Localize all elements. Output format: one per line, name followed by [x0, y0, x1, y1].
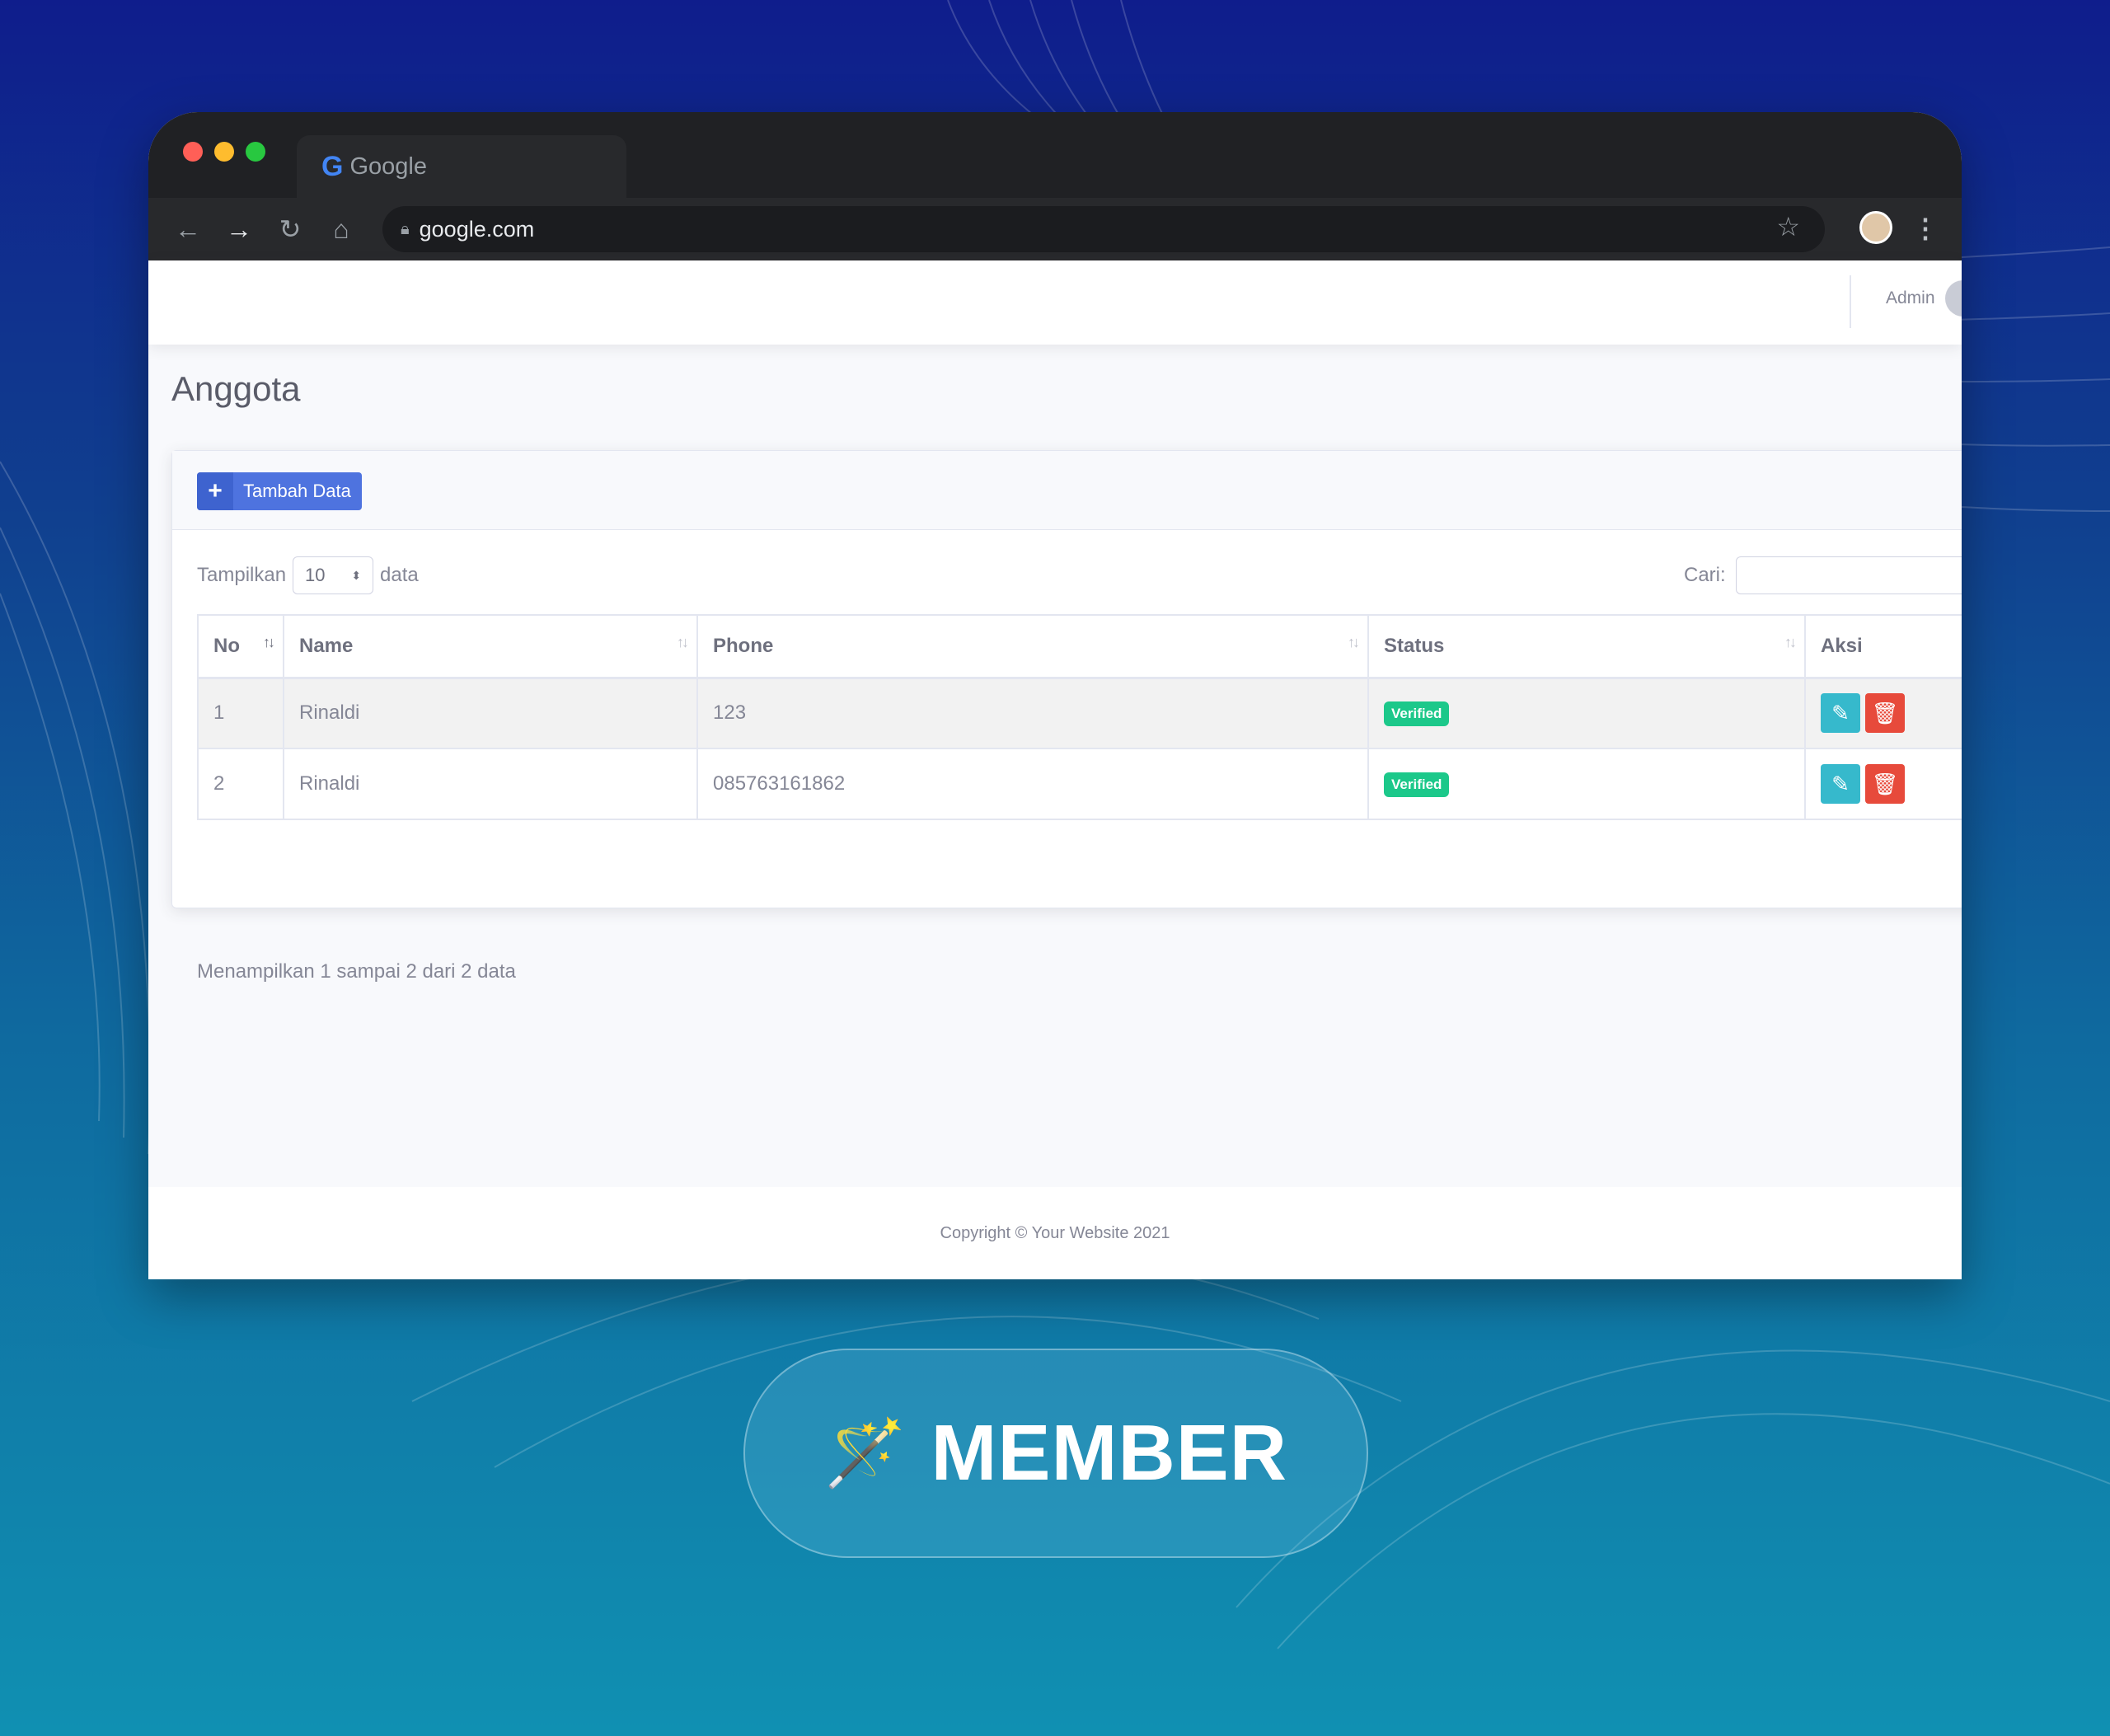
table-row: 2 Rinaldi 085763161862 Verified ✎ 🗑︎ — [197, 748, 1962, 820]
select-arrows-icon: ⬍ — [351, 568, 362, 582]
pencil-icon: ✎ — [1831, 700, 1850, 725]
profile-avatar[interactable] — [1859, 211, 1892, 244]
status-badge: Verified — [1384, 701, 1450, 726]
app-topbar: Admin — [148, 260, 1962, 345]
pencil-icon: ✎ — [1831, 771, 1850, 796]
address-bar[interactable]: 🔒︎ google.com ☆ — [382, 206, 1825, 252]
close-window-button[interactable] — [183, 142, 203, 162]
page-size-value: 10 — [305, 565, 326, 585]
edit-button[interactable]: ✎ — [1821, 693, 1860, 734]
column-header-name[interactable]: Name ↑↓ — [283, 614, 698, 679]
tab-title: Google — [349, 152, 427, 180]
sort-icon: ↑↓ — [677, 634, 689, 650]
delete-button[interactable]: 🗑︎ — [1865, 764, 1905, 804]
delete-button[interactable]: 🗑︎ — [1865, 693, 1905, 734]
table-row: 1 Rinaldi 123 Verified ✎ 🗑︎ — [197, 677, 1962, 749]
column-header-status[interactable]: Status ↑↓ — [1367, 614, 1806, 679]
trash-icon: 🗑︎ — [1871, 771, 1899, 796]
browser-tab-strip: G Google — [148, 112, 1962, 198]
trash-icon: 🗑︎ — [1871, 700, 1899, 725]
search-label: Cari: — [1684, 564, 1726, 586]
members-table: No ↑↓ Name ↑↓ Phone ↑↓ Status ↑↓ Aksi 1 Rina… — [197, 614, 1962, 820]
data-card: + Tambah Data Tampilkan 10 ⬍ data Cari: … — [171, 450, 1962, 983]
cell-actions: ✎ 🗑︎ — [1804, 748, 1962, 820]
topbar-divider — [1850, 275, 1851, 328]
browser-toolbar: ← → ↻ ⌂ 🔒︎ google.com ☆ ⋮ — [148, 198, 1962, 260]
cell-phone: 085763161862 — [696, 748, 1369, 820]
edit-button[interactable]: ✎ — [1821, 764, 1860, 804]
page-size-control: Tampilkan 10 ⬍ data — [197, 556, 419, 594]
maximize-window-button[interactable] — [246, 142, 265, 162]
plus-icon: + — [197, 472, 233, 510]
cell-phone: 123 — [696, 677, 1369, 749]
kebab-menu-icon[interactable]: ⋮ — [1912, 213, 1939, 244]
footer: Copyright © Your Website 2021 — [148, 1187, 1962, 1279]
lock-icon: 🔒︎ — [401, 219, 410, 238]
add-data-label: Tambah Data — [243, 481, 351, 501]
column-header-aksi: Aksi — [1804, 614, 1962, 679]
cell-no: 2 — [197, 748, 284, 820]
member-banner: 🪄 MEMBER — [743, 1349, 1368, 1558]
google-logo-icon: G — [321, 150, 344, 182]
column-header-phone[interactable]: Phone ↑↓ — [696, 614, 1369, 679]
minimize-window-button[interactable] — [214, 142, 234, 162]
window-controls — [183, 142, 265, 162]
add-data-button[interactable]: + Tambah Data — [197, 472, 362, 510]
copyright-text: Copyright © Your Website 2021 — [940, 1223, 1170, 1242]
star-icon[interactable]: ☆ — [1776, 211, 1800, 242]
status-badge: Verified — [1384, 772, 1450, 797]
page-title: Anggota — [171, 369, 301, 408]
table-header-row: No ↑↓ Name ↑↓ Phone ↑↓ Status ↑↓ Aksi — [197, 614, 1962, 679]
show-label: Tampilkan — [197, 564, 287, 586]
cell-name: Rinaldi — [283, 748, 698, 820]
search-control: Cari: — [1684, 556, 1962, 594]
cell-status: Verified — [1367, 677, 1806, 749]
url-text: google.com — [419, 216, 535, 242]
sort-icon: ↑↓ — [263, 634, 275, 650]
cell-status: Verified — [1367, 748, 1806, 820]
forward-arrow-icon[interactable]: → — [223, 213, 256, 246]
sort-icon: ↑↓ — [1784, 634, 1797, 650]
data-label: data — [380, 564, 419, 586]
user-avatar[interactable] — [1945, 280, 1962, 317]
reload-icon[interactable]: ↻ — [274, 213, 307, 246]
table-info: Menampilkan 1 sampai 2 dari 2 data — [197, 960, 516, 983]
magic-wand-icon: 🪄 — [823, 1416, 907, 1490]
page-size-select[interactable]: 10 ⬍ — [293, 556, 374, 594]
user-name[interactable]: Admin — [1886, 289, 1935, 308]
browser-window: G Google ← → ↻ ⌂ 🔒︎ google.com ☆ ⋮ Admin… — [148, 112, 1962, 1279]
back-arrow-icon[interactable]: ← — [171, 213, 204, 246]
sort-icon: ↑↓ — [1348, 634, 1360, 650]
cell-actions: ✎ 🗑︎ — [1804, 677, 1962, 749]
column-header-no[interactable]: No ↑↓ — [197, 614, 284, 679]
search-input[interactable] — [1735, 556, 1962, 594]
card-header: + Tambah Data — [172, 451, 1962, 530]
home-icon[interactable]: ⌂ — [325, 213, 358, 246]
browser-tab[interactable]: G Google — [297, 135, 626, 198]
cell-name: Rinaldi — [283, 677, 698, 749]
banner-label: MEMBER — [931, 1409, 1288, 1497]
cell-no: 1 — [197, 677, 284, 749]
